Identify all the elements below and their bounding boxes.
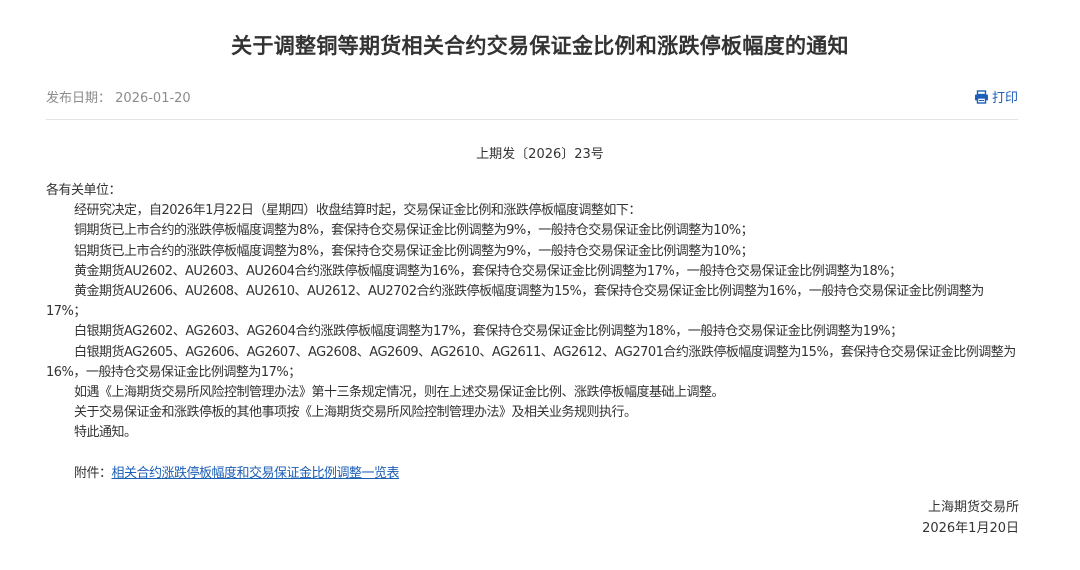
attachment-label: 附件： <box>74 465 112 481</box>
paragraph: 铜期货已上市合约的涨跌停板幅度调整为8%，套保持仓交易保证金比例调整为9%，一般… <box>74 223 754 239</box>
document-number: 上期发〔2026〕23号 <box>476 147 604 162</box>
paragraph: 白银期货AG2605、AG2606、AG2607、AG2608、AG2609、A… <box>46 344 1016 380</box>
paragraph: 如遇《上海期货交易所风险控制管理办法》第十三条规定情况，则在上述交易保证金比例、… <box>74 385 725 401</box>
paragraph: 白银期货AG2602、AG2603、AG2604合约涨跌停板幅度调整为17%，套… <box>74 324 903 340</box>
paragraph: 黄金期货AU2602、AU2603、AU2604合约涨跌停板幅度调整为16%，套… <box>74 263 902 279</box>
salutation: 各有关单位： <box>46 183 122 198</box>
print-button[interactable]: 打印 <box>974 87 1018 106</box>
paragraph: 特此通知。 <box>74 425 137 441</box>
print-label: 打印 <box>991 91 1018 106</box>
paragraph: 经研究决定，自2026年1月22日（星期四）收盘结算时起，交易保证金比例和涨跌停… <box>74 203 641 219</box>
publish-date-label: 发布日期： <box>46 91 112 106</box>
notice-page: 关于调整铜等期货相关合约交易保证金比例和涨跌停板幅度的通知 发布日期： 2026… <box>0 0 1080 570</box>
paragraph: 黄金期货AU2606、AU2608、AU2610、AU2612、AU2702合约… <box>46 284 984 320</box>
signer-name: 上海期货交易所 <box>927 500 1019 515</box>
sign-date: 2026年1月20日 <box>922 520 1019 536</box>
printer-icon <box>974 89 989 104</box>
attachment-link[interactable]: 相关合约涨跌停板幅度和交易保证金比例调整一览表 <box>112 466 400 481</box>
header-divider <box>46 119 1018 120</box>
page-title: 关于调整铜等期货相关合约交易保证金比例和涨跌停板幅度的通知 <box>231 34 849 58</box>
notice-body: 各有关单位： 经研究决定，自2026年1月22日（星期四）收盘结算时起，交易保证… <box>46 181 1020 484</box>
publish-date: 发布日期： 2026-01-20 <box>46 87 191 106</box>
paragraph: 关于交易保证金和涨跌停板的其他事项按《上海期货交易所风险控制管理办法》及相关业务… <box>74 405 637 421</box>
signature-block: 上海期货交易所 2026年1月20日 <box>922 498 1019 539</box>
paragraph: 铝期货已上市合约的涨跌停板幅度调整为8%，套保持仓交易保证金比例调整为9%，一般… <box>74 243 754 259</box>
attachment: 附件：相关合约涨跌停板幅度和交易保证金比例调整一览表 <box>46 464 1020 484</box>
publish-date-value: 2026-01-20 <box>115 91 191 106</box>
